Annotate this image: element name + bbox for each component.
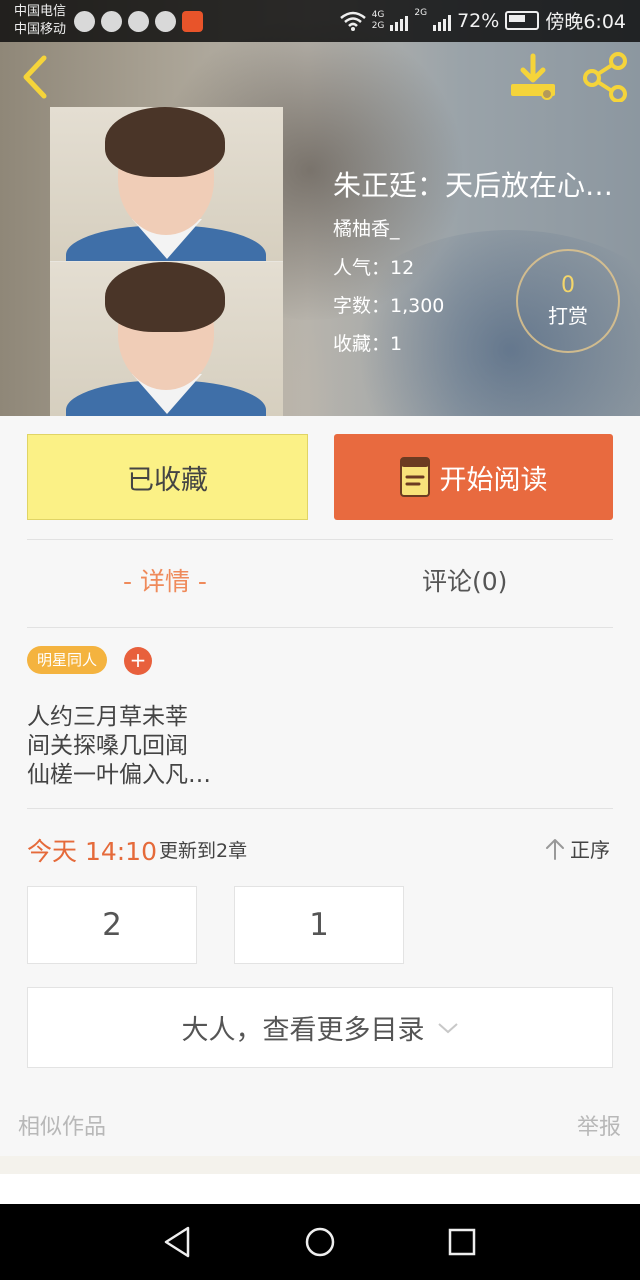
favorites-stat: 收藏：1 [333,333,403,355]
favorited-button[interactable]: 已收藏 [27,434,308,520]
nav-recent-apps-icon[interactable] [442,1222,482,1262]
nav-back-icon[interactable] [158,1222,198,1262]
intro-line: 人约三月草未莘 [27,704,188,730]
more-catalog-label: 大人，查看更多目录 [181,1015,425,1046]
chat-notification-icon [101,11,122,32]
intro-line: 间关探嗓几回闻 [27,733,188,759]
book-cover[interactable] [50,107,283,416]
tag-chip[interactable]: 明星同人 [27,646,108,674]
update-time: 今天 14:10 [27,837,157,866]
tab-comments[interactable]: 评论(0) [422,562,507,598]
carrier-2: 中国移动 [14,22,67,37]
bottom-spacer [0,1174,640,1204]
status-right: 4G 2G 2G 72% 傍晚6:04 [339,7,626,34]
battery-percent: 72% [457,9,500,32]
download-icon[interactable] [505,52,561,102]
message-notification-icon [155,11,176,32]
popularity-stat: 人气：12 [333,257,415,279]
book-icon [399,457,430,497]
system-nav-bar [0,1204,640,1280]
chapter-button[interactable]: 1 [234,886,404,964]
tab-detail[interactable]: - 详情 - [123,562,207,598]
chevron-down-icon [437,1022,458,1033]
health-notification-icon [128,11,149,32]
intro-line: 仙槎一叶偏入凡… [27,762,211,788]
sort-label: 正序 [570,838,610,862]
network-type-1: 4G [371,9,385,20]
carrier-info: 中国电信 中国移动 [14,3,66,39]
tip-count: 0 [561,273,575,298]
book-author[interactable]: 橘柚香_ [333,214,400,241]
word-count-stat: 字数：1,300 [333,295,445,317]
carrier-1: 中国电信 [14,4,67,19]
more-catalog-button[interactable]: 大人，查看更多目录 [27,987,613,1068]
app-notification-icon [74,11,95,32]
video-notification-icon [182,11,203,32]
tip-label: 打赏 [548,304,588,328]
sort-arrow-icon [546,838,564,860]
share-icon[interactable] [578,52,634,102]
divider [27,627,613,628]
book-intro[interactable]: 人约三月草未莘 间关探嗓几回闻 仙槎一叶偏入凡… [27,703,211,790]
signal-icon [390,11,409,31]
battery-icon [505,11,540,30]
sort-button[interactable]: 正序 [544,834,610,863]
start-reading-button[interactable]: 开始阅读 [334,434,613,520]
back-chevron-icon[interactable] [14,52,54,102]
status-bar: 中国电信 中国移动 4G 2G 2G 72% 傍晚6:04 [0,0,640,42]
add-tag-button[interactable]: + [124,647,152,675]
start-reading-label: 开始阅读 [439,464,548,496]
notification-icons [74,11,203,32]
wifi-icon [339,11,366,31]
divider [27,808,613,809]
cover-photo-top [50,107,283,261]
clock: 傍晚6:04 [545,11,626,33]
book-title: 朱正廷：天后放在心… [333,169,614,202]
nav-home-icon[interactable] [300,1222,340,1262]
tip-button[interactable]: 0 打赏 [516,249,620,353]
network-type-2: 2G [371,20,385,31]
cover-photo-bottom [50,262,283,416]
similar-works-heading: 相似作品 [18,1115,107,1140]
divider [27,539,613,540]
content-strip [0,1156,640,1174]
report-link[interactable]: 举报 [577,1109,621,1141]
signal-icon-2 [433,11,452,31]
update-text: 更新到2章 [159,840,248,862]
favorited-label: 已收藏 [127,464,208,496]
chapter-button[interactable]: 2 [27,886,197,964]
network-type-3: 2G [414,8,428,18]
